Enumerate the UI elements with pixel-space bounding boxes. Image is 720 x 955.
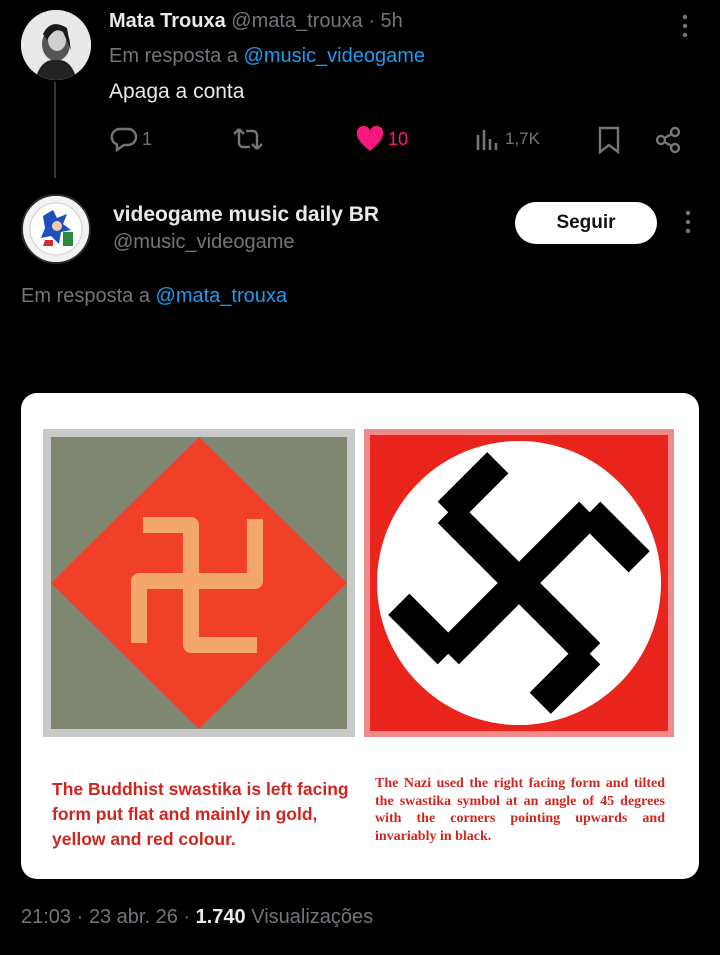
bookmark-button[interactable] [597, 126, 621, 159]
replying-prefix: Em resposta a [109, 45, 238, 67]
avatar[interactable] [21, 194, 91, 264]
buddhist-swastika-image [43, 429, 355, 737]
follow-button[interactable]: Seguir [515, 202, 657, 244]
like-button[interactable]: 10 [356, 126, 408, 152]
buddhist-caption: The Buddhist swastika is left facing for… [52, 779, 349, 849]
reply-count: 1 [142, 128, 153, 149]
share-button[interactable] [654, 126, 682, 159]
thread-line [54, 82, 56, 178]
separator: · [76, 906, 84, 928]
more-options-icon[interactable] [679, 14, 691, 38]
avatar[interactable] [21, 10, 91, 80]
views-label: Visualizações [251, 906, 374, 928]
bookmark-icon [598, 126, 620, 155]
replying-to-link[interactable]: @mata_trouxa [156, 285, 287, 307]
views-count: 1,7K [505, 129, 540, 148]
reply-icon [110, 127, 138, 152]
retweet-icon [233, 128, 263, 150]
tweet-text: Apaga a conta [109, 80, 245, 103]
author-name[interactable]: videogame music daily BR [113, 203, 379, 227]
heart-icon [356, 126, 384, 151]
replying-to-link[interactable]: @music_videogame [244, 45, 426, 67]
views-icon [476, 130, 498, 150]
more-options-icon[interactable] [682, 210, 694, 234]
share-icon [655, 126, 681, 154]
tweet-footer: 21:03 · 23 abr. 26 · 1.740 Visualizações [21, 906, 373, 929]
tweet-header: Mata Trouxa @mata_trouxa · 5h [109, 10, 403, 33]
separator: · [368, 10, 375, 32]
like-count: 10 [388, 128, 409, 149]
replying-to: Em resposta a @music_videogame [109, 45, 425, 68]
tweet-date[interactable]: 23 abr. 26 [89, 906, 178, 928]
nazi-caption: The Nazi used the right facing form and … [375, 776, 665, 844]
replying-prefix: Em resposta a [21, 285, 150, 307]
author-handle[interactable]: @mata_trouxa [231, 10, 362, 32]
views-button[interactable]: 1,7K [475, 126, 540, 152]
replying-to: Em resposta a @mata_trouxa [21, 285, 287, 308]
timestamp[interactable]: 5h [381, 10, 403, 32]
reply-button[interactable]: 1 [110, 126, 152, 152]
separator: · [183, 906, 191, 928]
views-count: 1.740 [195, 906, 246, 928]
tweet-image[interactable]: The Buddhist swastika is left facing for… [21, 393, 699, 879]
author-name[interactable]: Mata Trouxa [109, 10, 226, 32]
retweet-button[interactable] [232, 127, 268, 151]
tweet-time[interactable]: 21:03 [21, 906, 71, 928]
nazi-swastika-image [364, 429, 674, 737]
author-handle[interactable]: @music_videogame [113, 231, 295, 254]
